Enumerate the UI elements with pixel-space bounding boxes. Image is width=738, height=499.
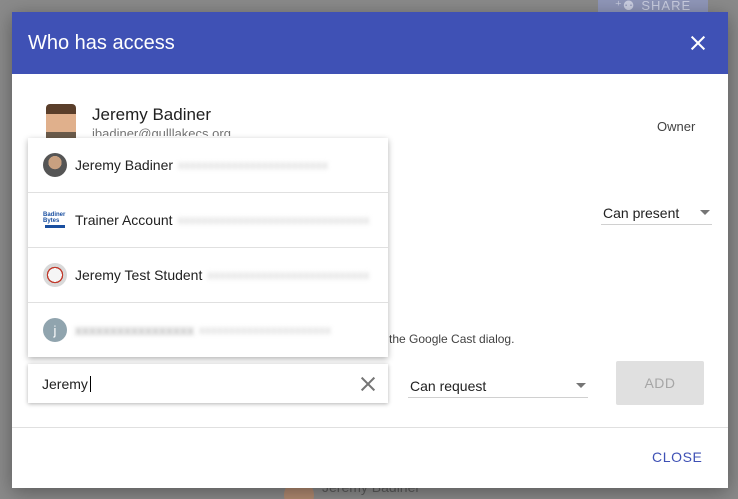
- suggestion-email-redacted: xxxxxxxxxxxxxxxxxxxxxxxxx: [178, 158, 329, 172]
- request-permission-select[interactable]: Can request: [408, 374, 588, 398]
- suggestion-item[interactable]: Jeremy Test Student xxxxxxxxxxxxxxxxxxxx…: [28, 248, 388, 303]
- suggestion-email-redacted: xxxxxxxxxxxxxxxxxxxxxxxxxxx: [207, 268, 370, 282]
- clear-icon[interactable]: [360, 376, 376, 392]
- suggestion-item[interactable]: Badiner Bytes Trainer Account xxxxxxxxxx…: [28, 193, 388, 248]
- people-search-input[interactable]: [42, 375, 91, 392]
- footer-divider: [12, 427, 728, 428]
- badge-avatar: [43, 263, 67, 287]
- owner-role: Owner: [657, 119, 696, 134]
- suggestion-name: Jeremy Badiner: [75, 157, 174, 173]
- cast-note: n the Google Cast dialog.: [379, 332, 515, 346]
- suggestion-item[interactable]: j xxxxxxxxxxxxxxxxx xxxxxxxxxxxxxxxxxxxx…: [28, 303, 388, 357]
- close-button[interactable]: CLOSE: [646, 445, 708, 469]
- chevron-down-icon: [576, 383, 586, 388]
- present-permission-value: Can present: [603, 204, 680, 221]
- suggestion-email-redacted: xxxxxxxxxxxxxxxxxxxxxxxxxxxxxxxx: [177, 213, 370, 227]
- logo-avatar: Badiner Bytes: [43, 208, 67, 232]
- who-has-access-dialog: Who has access Jeremy Badiner jbadiner@g…: [12, 12, 728, 488]
- suggestion-name-redacted: xxxxxxxxxxxxxxxxx: [75, 322, 194, 338]
- dialog-header: Who has access: [12, 12, 728, 74]
- request-permission-value: Can request: [410, 377, 487, 394]
- owner-name: Jeremy Badiner: [92, 105, 212, 124]
- autocomplete-suggestions: Jeremy Badiner xxxxxxxxxxxxxxxxxxxxxxxxx…: [28, 138, 388, 357]
- add-button[interactable]: ADD: [616, 361, 704, 405]
- dialog-title: Who has access: [28, 31, 175, 54]
- suggestion-name: Jeremy Test Student: [75, 267, 203, 283]
- logo-text: Badiner Bytes: [43, 212, 66, 224]
- letter-avatar: j: [43, 318, 67, 342]
- suggestion-name: Trainer Account: [75, 212, 173, 228]
- chevron-down-icon: [700, 210, 710, 215]
- present-permission-select[interactable]: Can present: [601, 201, 712, 225]
- owner-email: jbadiner@gulllakecs.org: [92, 126, 231, 136]
- suggestion-item[interactable]: Jeremy Badiner xxxxxxxxxxxxxxxxxxxxxxxxx: [28, 138, 388, 193]
- add-people-icon: ⁺⚉: [614, 0, 636, 13]
- close-icon[interactable]: [686, 31, 710, 55]
- photo-avatar: [43, 153, 67, 177]
- background-share-label: SHARE: [641, 0, 692, 13]
- people-search-box: [28, 364, 388, 403]
- suggestion-email-redacted: xxxxxxxxxxxxxxxxxxxxxx: [199, 323, 331, 337]
